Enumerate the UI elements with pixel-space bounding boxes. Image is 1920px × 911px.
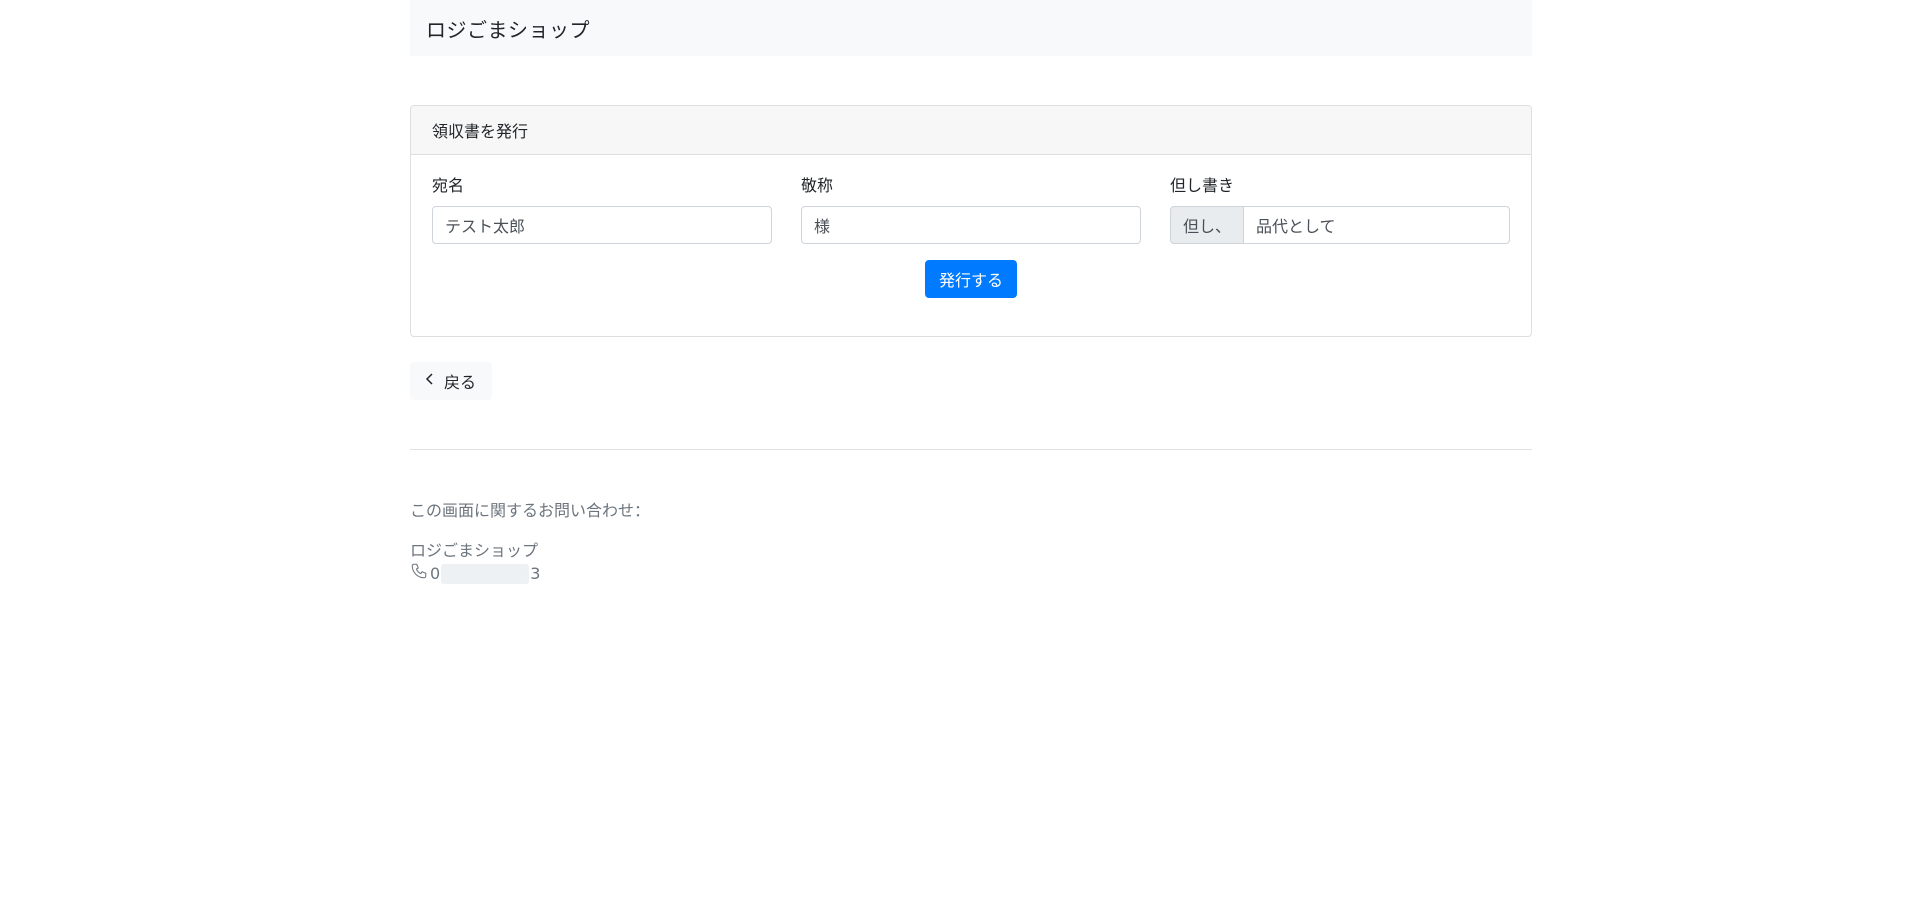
- card-header: 領収書を発行: [411, 106, 1531, 155]
- contact-heading: この画面に関するお問い合わせ：: [410, 501, 651, 520]
- phone-masked: [441, 564, 530, 584]
- form-row: 宛名 敬称 但し書き 但し、: [432, 175, 1510, 244]
- note-label: 但し書き: [1170, 176, 1235, 195]
- addressee-group: 宛名: [432, 175, 772, 244]
- issue-receipt-button[interactable]: 発行する: [924, 260, 1017, 298]
- page-container: ロジごまショップ 領収書を発行 宛名 敬称 但し書き 但し、: [410, 0, 1532, 586]
- brand-name[interactable]: ロジごまショップ: [426, 14, 590, 43]
- back-button[interactable]: 戻る: [410, 362, 492, 400]
- note-input-group: 但し、: [1170, 206, 1510, 244]
- phone-suffix: 3: [530, 564, 541, 583]
- back-label: 戻る: [444, 373, 477, 392]
- phone-icon: [410, 562, 430, 587]
- note-group: 但し書き 但し、: [1170, 175, 1510, 244]
- phone-prefix: 0: [430, 564, 441, 583]
- note-input[interactable]: [1243, 206, 1510, 244]
- honorific-input[interactable]: [801, 206, 1141, 244]
- honorific-label: 敬称: [801, 176, 834, 195]
- divider: [410, 449, 1532, 450]
- note-prefix: 但し、: [1170, 206, 1243, 244]
- footer-shop-name: ロジごまショップ: [410, 541, 539, 560]
- addressee-input[interactable]: [432, 206, 772, 244]
- receipt-card: 領収書を発行 宛名 敬称 但し書き 但し、: [410, 105, 1532, 337]
- phone-line[interactable]: 0 3: [410, 562, 1532, 586]
- navbar: ロジごまショップ: [410, 0, 1532, 56]
- card-body: 宛名 敬称 但し書き 但し、 発行する: [411, 155, 1531, 298]
- submit-row: 発行する: [432, 260, 1510, 298]
- footer: この画面に関するお問い合わせ： ロジごまショップ 0 3: [410, 500, 1532, 586]
- chevron-left-icon: [424, 373, 436, 389]
- addressee-label: 宛名: [432, 176, 465, 195]
- honorific-group: 敬称: [801, 175, 1141, 244]
